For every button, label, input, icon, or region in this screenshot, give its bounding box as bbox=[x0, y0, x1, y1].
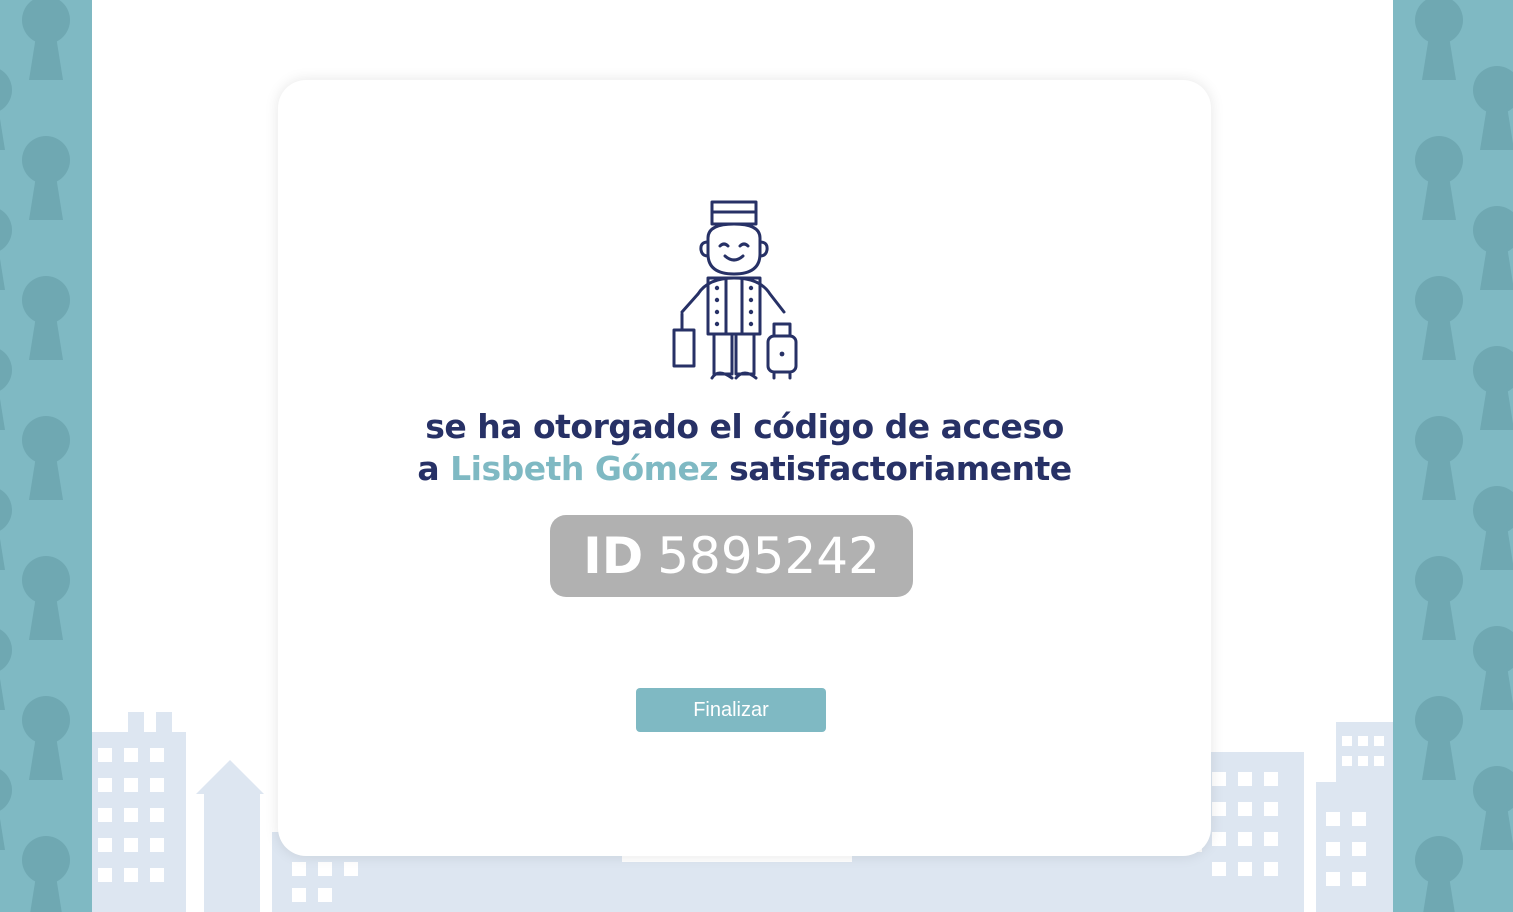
confirmation-card: se ha otorgado el código de acceso a Lis… bbox=[278, 80, 1211, 856]
keyhole-icon bbox=[1415, 0, 1513, 912]
access-code-value: 5895242 bbox=[657, 527, 880, 585]
recipient-name: Lisbeth Gómez bbox=[450, 449, 719, 488]
message-prefix: a bbox=[417, 449, 440, 488]
access-code-badge: ID 5895242 bbox=[550, 515, 913, 597]
message-line-2: a Lisbeth Gómez satisfactoriamente bbox=[278, 448, 1211, 490]
bellhop-icon bbox=[672, 200, 798, 380]
message-suffix: satisfactoriamente bbox=[729, 449, 1072, 488]
finish-button[interactable]: Finalizar bbox=[636, 688, 826, 732]
left-keyhole-pattern bbox=[0, 0, 92, 912]
keyhole-icon bbox=[0, 0, 70, 912]
message-line-1: se ha otorgado el código de acceso bbox=[425, 407, 1064, 446]
keyhole-pattern-left bbox=[0, 0, 70, 912]
content-area: se ha otorgado el código de acceso a Lis… bbox=[92, 0, 1393, 912]
confirmation-message: se ha otorgado el código de acceso a Lis… bbox=[278, 406, 1211, 490]
keyhole-pattern-right bbox=[1415, 0, 1513, 912]
access-code-label: ID bbox=[583, 527, 644, 585]
right-keyhole-pattern bbox=[1393, 0, 1513, 912]
